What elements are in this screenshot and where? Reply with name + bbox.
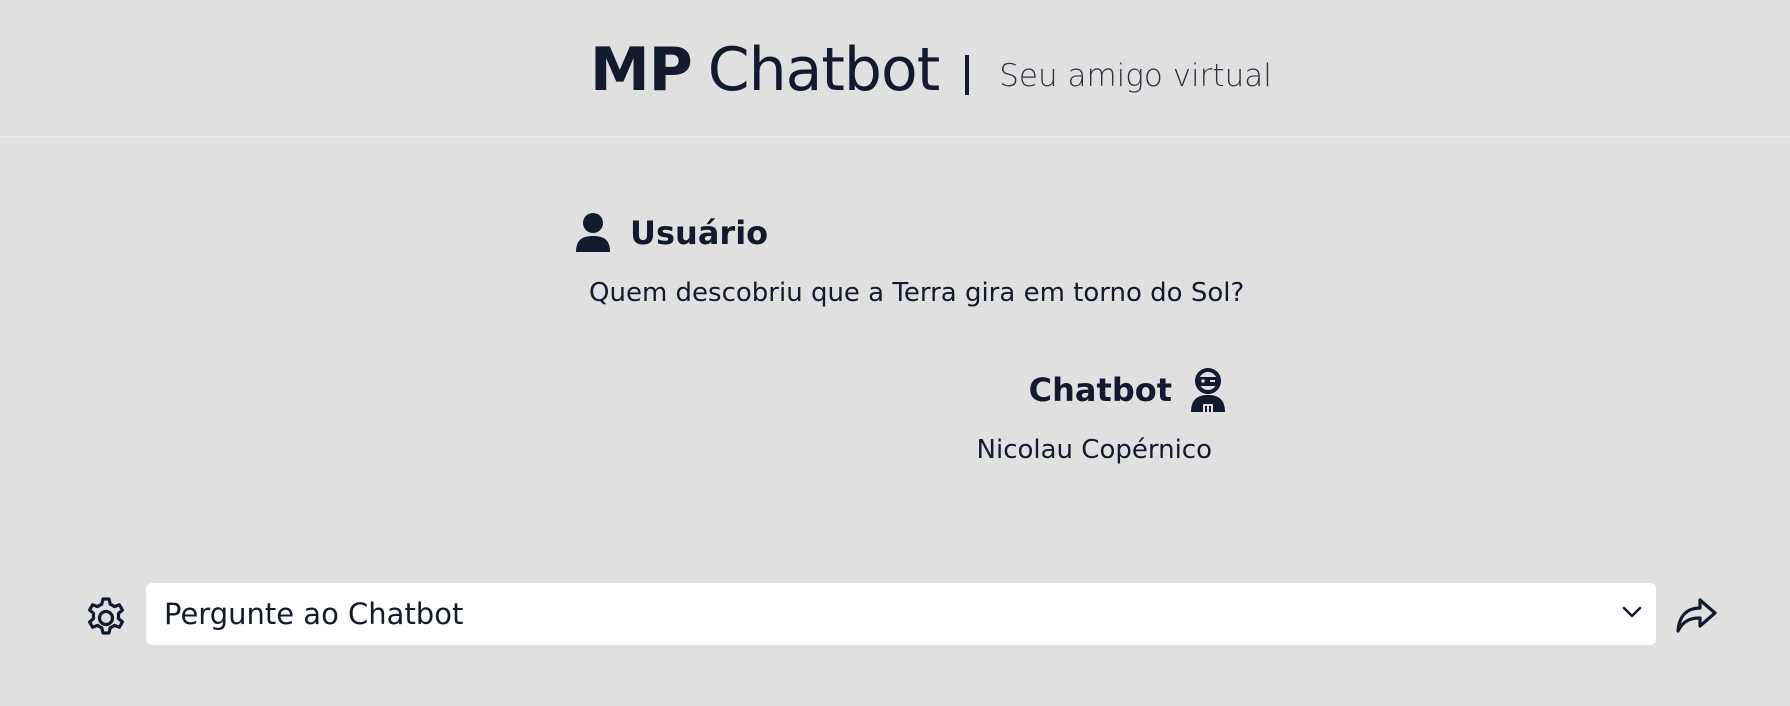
title-bold: MP xyxy=(590,35,693,105)
bot-message-text: Nicolau Copérnico xyxy=(976,435,1212,465)
title-name: Chatbot xyxy=(707,35,941,105)
user-message-header: Usuário xyxy=(574,212,768,254)
page-subtitle: Seu amigo virtual xyxy=(999,58,1272,94)
user-message-text: Quem descobriu que a Terra gira em torno… xyxy=(589,278,1245,308)
header: MP Chatbot Seu amigo virtual xyxy=(0,0,1790,138)
share-arrow-icon[interactable] xyxy=(1674,596,1718,636)
robot-icon xyxy=(1191,368,1225,412)
bot-message-header: Chatbot xyxy=(1029,368,1228,412)
chat-input-box[interactable] xyxy=(146,583,1656,645)
user-author-name: Usuário xyxy=(630,214,769,252)
chevron-down-icon[interactable] xyxy=(1622,605,1642,619)
gear-icon[interactable] xyxy=(84,596,128,640)
page-title: MP Chatbot Seu amigo virtual xyxy=(590,30,1272,110)
bot-author-name: Chatbot xyxy=(1028,371,1172,409)
chat-input[interactable] xyxy=(162,588,1566,640)
title-separator xyxy=(965,55,970,95)
user-icon xyxy=(576,213,610,252)
